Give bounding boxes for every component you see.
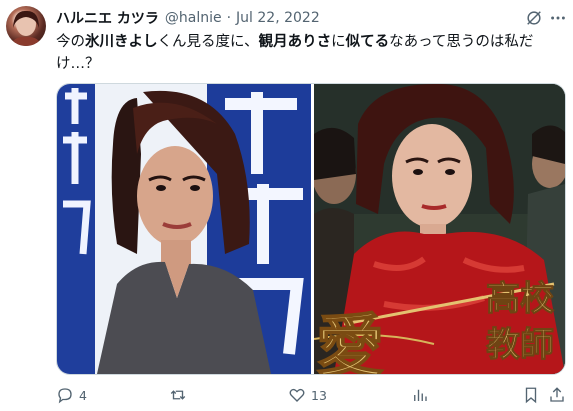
reply-count: 4 bbox=[79, 387, 87, 403]
media-photo-right[interactable]: 愛 高校 教師 bbox=[314, 84, 565, 374]
share-button[interactable] bbox=[548, 386, 566, 404]
views-icon bbox=[414, 389, 427, 401]
tweet-media[interactable]: 愛 高校 教師 bbox=[56, 83, 566, 375]
tweet-text-part: 今の bbox=[56, 34, 85, 50]
tweet-text-part: に bbox=[331, 34, 346, 50]
tweet-text-bold: 観月ありさ bbox=[258, 34, 332, 50]
repost-button[interactable] bbox=[169, 386, 192, 404]
author-name[interactable]: ハルニエ カツラ bbox=[56, 8, 159, 28]
more-icon[interactable] bbox=[549, 9, 567, 27]
author-handle[interactable]: @halnie bbox=[165, 10, 222, 26]
views-button[interactable] bbox=[411, 386, 429, 404]
tweet-header: ハルニエ カツラ @halnie · Jul 22, 2022 bbox=[56, 8, 563, 28]
tweet-text: 今の氷川きよしくん見る度に、観月ありさに似てるなあって思うのは私だけ…？ bbox=[56, 31, 561, 75]
grok-icon[interactable] bbox=[525, 9, 543, 27]
poster-glyph: 愛 bbox=[316, 307, 384, 374]
reply-button[interactable]: 4 bbox=[56, 386, 87, 404]
heart-icon bbox=[289, 388, 305, 402]
tweet-date[interactable]: Jul 22, 2022 bbox=[236, 10, 320, 26]
media-photo-left[interactable] bbox=[57, 84, 311, 374]
tweet-text-bold: 似てる bbox=[345, 34, 390, 50]
bookmark-icon bbox=[525, 387, 537, 404]
tweet-text-bold: 氷川きよし bbox=[85, 34, 158, 50]
repost-icon bbox=[170, 390, 186, 400]
like-count: 13 bbox=[311, 387, 327, 403]
poster-title-1: 高校 bbox=[486, 279, 554, 319]
header-separator: · bbox=[226, 10, 232, 26]
bookmark-button[interactable] bbox=[522, 386, 540, 404]
like-button[interactable]: 13 bbox=[288, 386, 327, 404]
avatar[interactable] bbox=[6, 6, 46, 46]
tweet-text-part: くん見る度に、 bbox=[157, 34, 259, 50]
share-icon bbox=[550, 387, 564, 402]
reply-icon bbox=[58, 388, 72, 404]
poster-title-2: 教師 bbox=[486, 325, 554, 365]
tweet-actions: 4 13 bbox=[56, 386, 566, 406]
